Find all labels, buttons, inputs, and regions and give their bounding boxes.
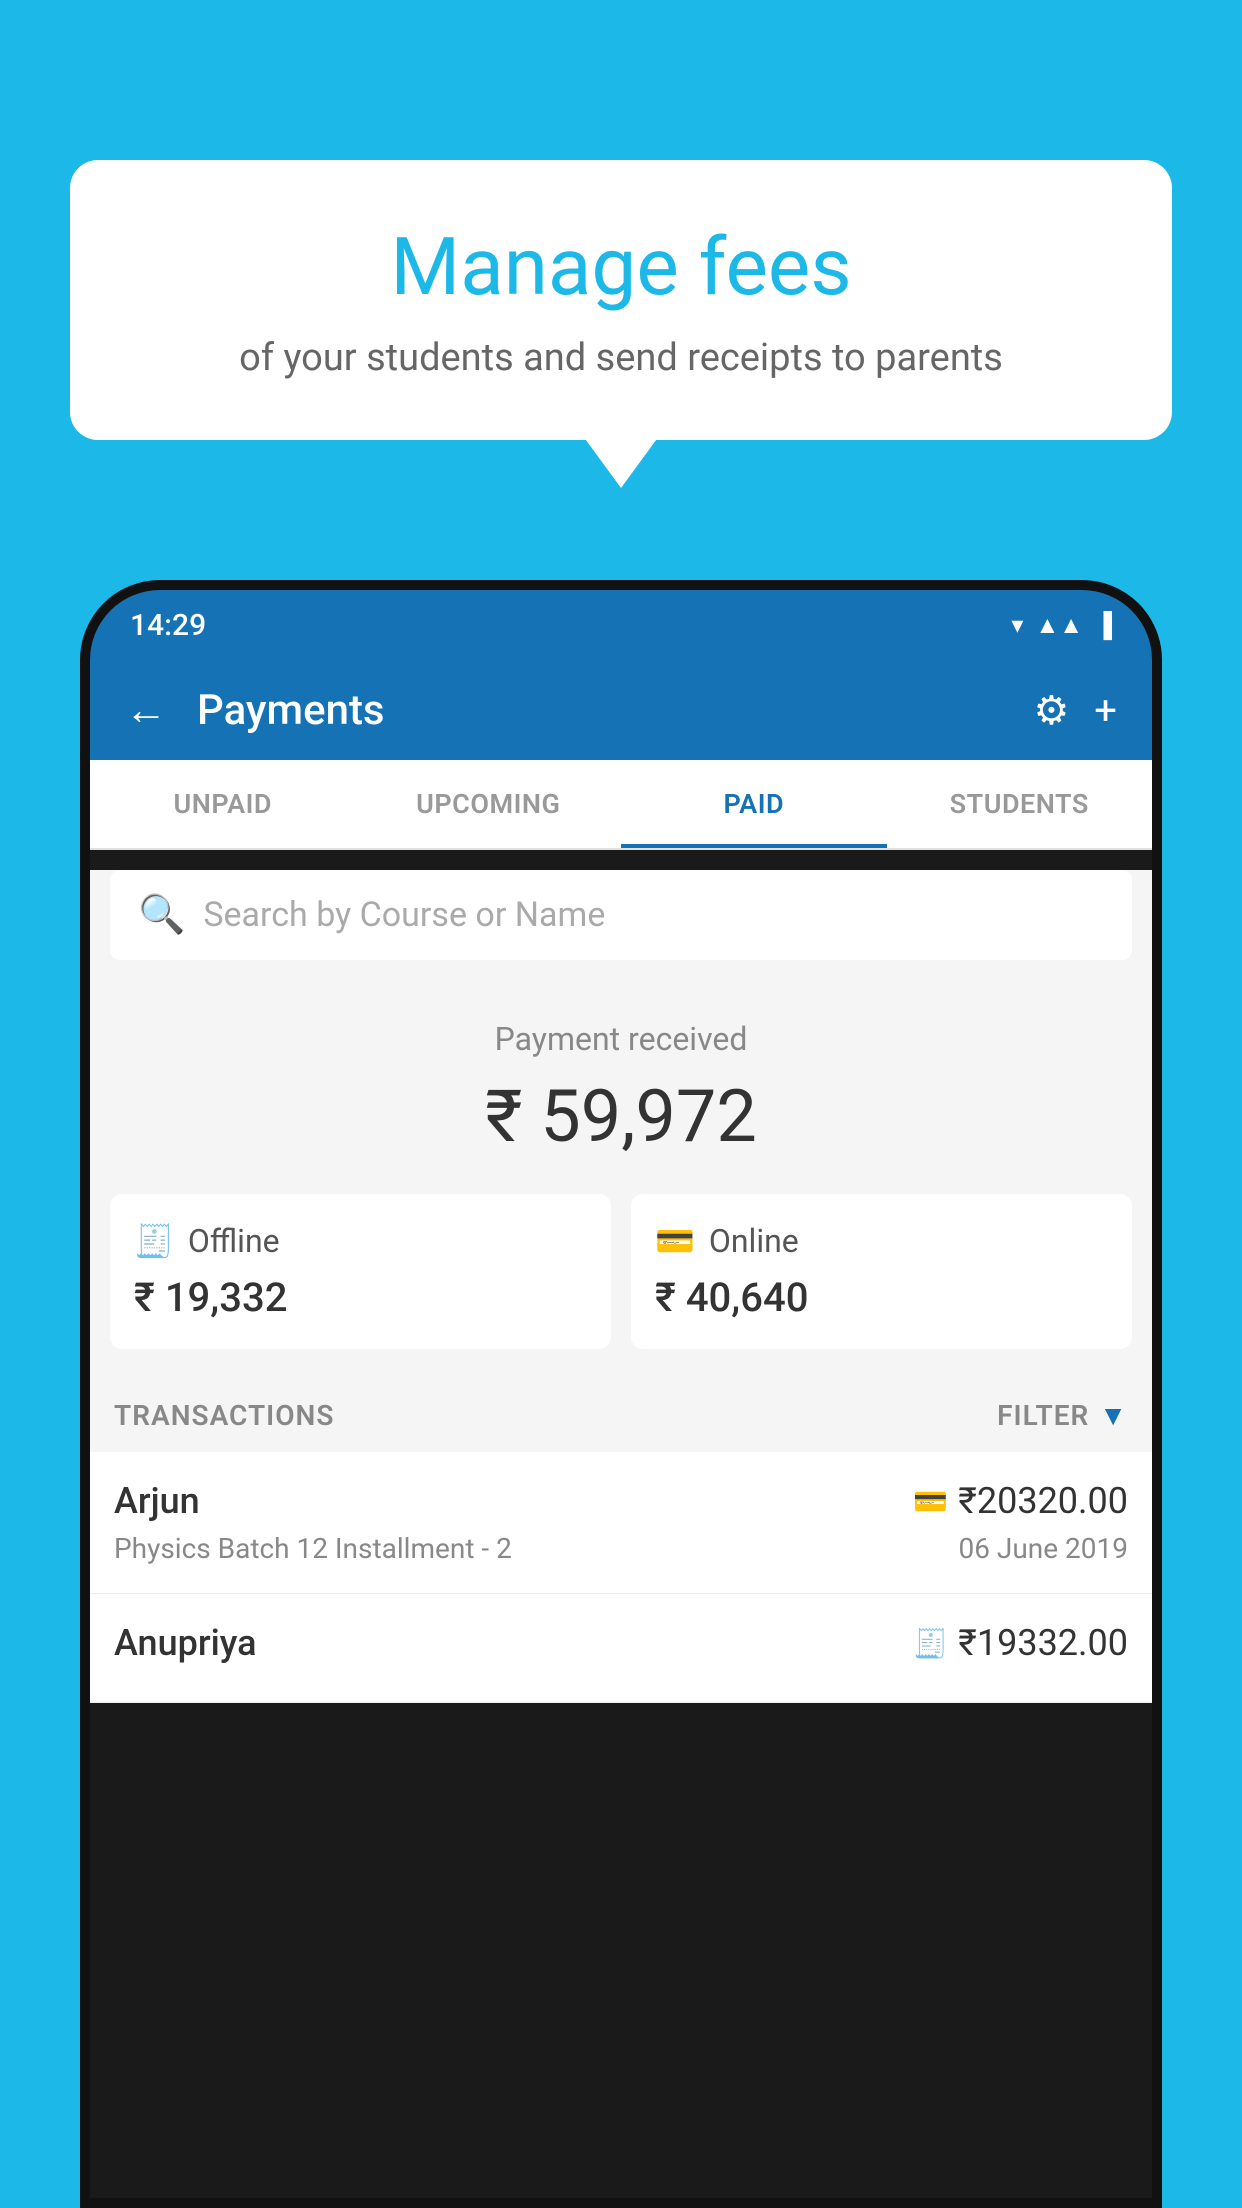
tab-unpaid[interactable]: UNPAID bbox=[90, 760, 356, 848]
status-time: 14:29 bbox=[130, 608, 206, 643]
online-icon: 💳 bbox=[655, 1222, 695, 1260]
transaction-date: 06 June 2019 bbox=[958, 1532, 1128, 1565]
status-icons: ▾ ▲▲ ▐ bbox=[1011, 611, 1112, 640]
payment-received-section: Payment received ₹ 59,972 bbox=[90, 980, 1152, 1194]
transaction-desc: Physics Batch 12 Installment - 2 bbox=[114, 1532, 512, 1565]
online-card: 💳 Online ₹ 40,640 bbox=[631, 1194, 1132, 1349]
payment-amount: ₹ 59,972 bbox=[110, 1074, 1132, 1159]
transaction-top: Anupriya 🧾 ₹19332.00 bbox=[114, 1622, 1128, 1664]
transaction-top: Arjun 💳 ₹20320.00 bbox=[114, 1480, 1128, 1522]
nav-title: Payments bbox=[197, 686, 1013, 735]
transaction-row[interactable]: Arjun 💳 ₹20320.00 Physics Batch 12 Insta… bbox=[90, 1452, 1152, 1594]
search-placeholder: Search by Course or Name bbox=[203, 895, 605, 935]
bubble-title: Manage fees bbox=[120, 220, 1122, 314]
transactions-label: TRANSACTIONS bbox=[114, 1399, 334, 1432]
transaction-row[interactable]: Anupriya 🧾 ₹19332.00 bbox=[90, 1594, 1152, 1703]
offline-card: 🧾 Offline ₹ 19,332 bbox=[110, 1194, 611, 1349]
online-label: Online bbox=[709, 1222, 799, 1260]
online-amount: ₹ 40,640 bbox=[655, 1274, 1108, 1321]
offline-card-header: 🧾 Offline bbox=[134, 1222, 587, 1260]
search-bar[interactable]: 🔍 Search by Course or Name bbox=[110, 870, 1132, 960]
transactions-header: TRANSACTIONS FILTER ▼ bbox=[90, 1379, 1152, 1452]
filter-icon: ▼ bbox=[1099, 1399, 1128, 1432]
main-content: 🔍 Search by Course or Name Payment recei… bbox=[90, 870, 1152, 1703]
transaction-name: Arjun bbox=[114, 1480, 200, 1522]
battery-icon: ▐ bbox=[1095, 611, 1112, 640]
offline-icon: 🧾 bbox=[134, 1222, 174, 1260]
bubble-subtitle: of your students and send receipts to pa… bbox=[120, 332, 1122, 385]
offline-label: Offline bbox=[188, 1222, 280, 1260]
tab-students[interactable]: STUDENTS bbox=[887, 760, 1153, 848]
transaction-name: Anupriya bbox=[114, 1622, 257, 1664]
phone-frame: 14:29 ▾ ▲▲ ▐ ← Payments ⚙ + UNPAID UPCOM… bbox=[80, 580, 1162, 2208]
tabs: UNPAID UPCOMING PAID STUDENTS bbox=[90, 760, 1152, 850]
payment-label: Payment received bbox=[110, 1020, 1132, 1058]
filter-label: FILTER bbox=[997, 1399, 1089, 1432]
online-card-header: 💳 Online bbox=[655, 1222, 1108, 1260]
search-icon: 🔍 bbox=[138, 893, 185, 937]
offline-payment-icon: 🧾 bbox=[913, 1627, 948, 1660]
tab-paid[interactable]: PAID bbox=[621, 760, 887, 848]
settings-button[interactable]: ⚙ bbox=[1033, 687, 1069, 734]
offline-amount: ₹ 19,332 bbox=[134, 1274, 587, 1321]
signal-icon: ▲▲ bbox=[1035, 611, 1083, 640]
payment-cards: 🧾 Offline ₹ 19,332 💳 Online ₹ 40,640 bbox=[90, 1194, 1152, 1379]
add-button[interactable]: + bbox=[1094, 687, 1117, 734]
transaction-bottom: Physics Batch 12 Installment - 2 06 June… bbox=[114, 1532, 1128, 1565]
filter-button[interactable]: FILTER ▼ bbox=[997, 1399, 1128, 1432]
transaction-amount: 💳 ₹20320.00 bbox=[913, 1480, 1128, 1522]
status-bar: 14:29 ▾ ▲▲ ▐ bbox=[90, 590, 1152, 660]
online-payment-icon: 💳 bbox=[913, 1485, 948, 1518]
back-button[interactable]: ← bbox=[125, 686, 167, 735]
wifi-icon: ▾ bbox=[1011, 611, 1023, 639]
speech-bubble: Manage fees of your students and send re… bbox=[70, 160, 1172, 440]
nav-icons: ⚙ + bbox=[1033, 687, 1117, 734]
transaction-amount: 🧾 ₹19332.00 bbox=[913, 1622, 1128, 1664]
tab-upcoming[interactable]: UPCOMING bbox=[356, 760, 622, 848]
nav-bar: ← Payments ⚙ + bbox=[90, 660, 1152, 760]
